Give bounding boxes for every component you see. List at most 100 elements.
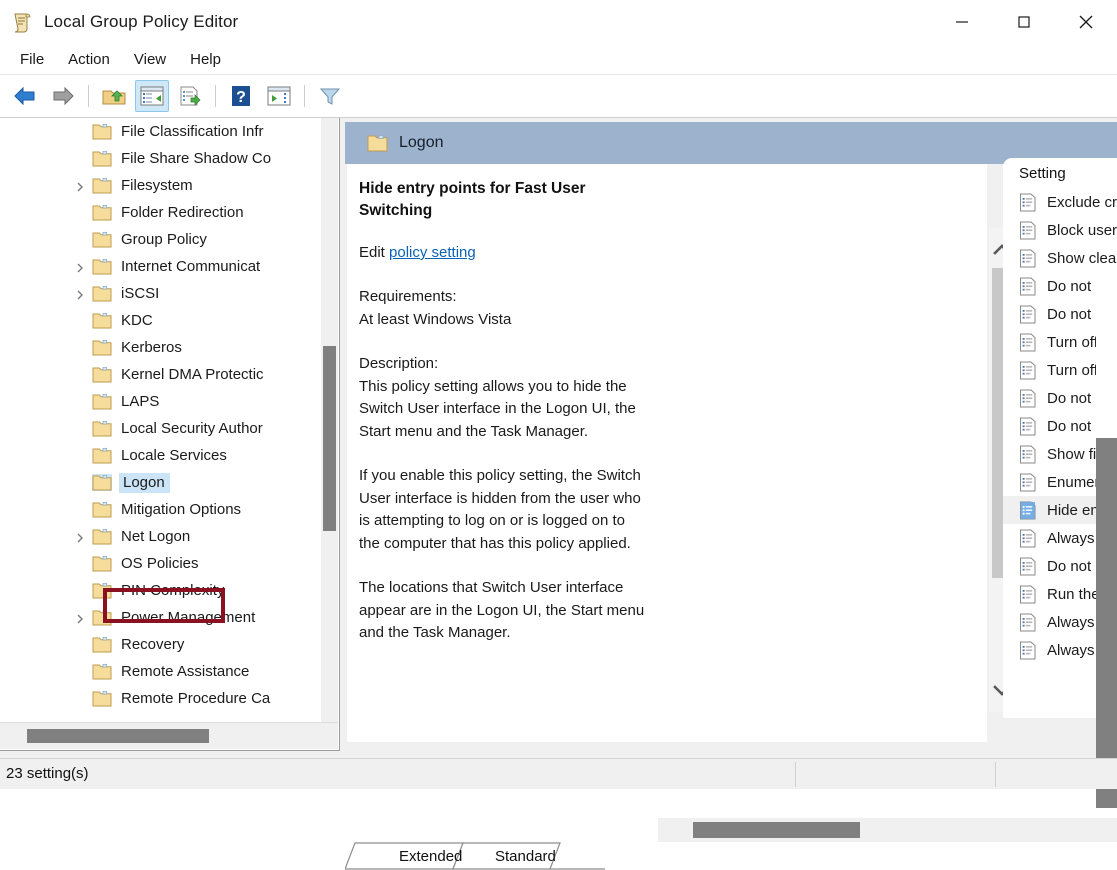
- chevron-right-icon[interactable]: [74, 612, 86, 624]
- settings-row[interactable]: Show clear logon background: [1003, 244, 1117, 272]
- tree-item-local-security-author[interactable]: Local Security Author: [0, 415, 322, 442]
- tree-item-logon[interactable]: Logon: [0, 469, 322, 496]
- policy-setting-icon: [1019, 417, 1037, 436]
- tree-item-kernel-dma-protectic[interactable]: Kernel DMA Protectic: [0, 361, 322, 388]
- menu-bar: File Action View Help: [0, 44, 1117, 75]
- tree-item-label: Filesystem: [121, 177, 193, 194]
- tree-item-label: LAPS: [121, 393, 160, 410]
- chevron-right-icon[interactable]: [74, 531, 86, 543]
- tree-item-net-logon[interactable]: Net Logon: [0, 523, 322, 550]
- requirements-label: Requirements:: [359, 288, 457, 305]
- svg-text:?: ?: [236, 89, 246, 106]
- settings-row-label: Block user from showing account details …: [1047, 221, 1117, 239]
- tree-item-label: Mitigation Options: [121, 501, 242, 518]
- settings-column-header-label: Setting: [1019, 164, 1066, 182]
- settings-vertical-scroll-thumb[interactable]: [1096, 438, 1117, 808]
- requirements-block: Requirements: At least Windows Vista: [359, 286, 647, 331]
- settings-row[interactable]: Block user from showing account details …: [1003, 216, 1117, 244]
- export-list-button[interactable]: [173, 80, 207, 112]
- tree-item-internet-communicat[interactable]: Internet Communicat: [0, 253, 322, 280]
- maximize-button[interactable]: [993, 0, 1055, 44]
- tree-item-label: Local Security Author: [121, 420, 263, 437]
- tree-item-label: Locale Services: [121, 447, 227, 464]
- tree-item-locale-services[interactable]: Locale Services: [0, 442, 322, 469]
- policy-setting-icon: [1019, 557, 1037, 576]
- menu-item-view[interactable]: View: [122, 48, 178, 71]
- tree-item-label: Remote Assistance: [121, 663, 250, 680]
- tree-item-os-policies[interactable]: OS Policies: [0, 550, 322, 577]
- console-tree-pane[interactable]: File Classification Infr File Share Shado…: [0, 118, 340, 751]
- policy-setting-icon: [1019, 361, 1037, 380]
- tree-item-pin-complexity[interactable]: PIN Complexity: [0, 577, 322, 604]
- tree-item-label: File Share Shadow Co: [121, 150, 272, 167]
- tree-item-file-share-shadow-co[interactable]: File Share Shadow Co: [0, 145, 322, 172]
- tab-extended[interactable]: Extended: [393, 842, 468, 870]
- edit-policy-setting-line: Edit policy setting: [359, 242, 647, 264]
- tree-item-label: OS Policies: [121, 555, 199, 572]
- folder-icon: [92, 447, 112, 464]
- show-hide-action-pane-button[interactable]: [262, 80, 296, 112]
- settings-horizontal-scrollbar[interactable]: [658, 818, 1117, 842]
- back-button[interactable]: [8, 80, 42, 112]
- tree-item-filesystem[interactable]: Filesystem: [0, 172, 322, 199]
- folder-icon: [92, 339, 112, 356]
- menu-item-action[interactable]: Action: [56, 48, 122, 71]
- console-tree[interactable]: File Classification Infr File Share Shado…: [0, 118, 322, 712]
- policy-description-pane: Hide entry points for Fast User Switchin…: [347, 164, 987, 742]
- tree-item-file-classification-infr[interactable]: File Classification Infr: [0, 118, 322, 145]
- result-pane-title: Logon: [399, 134, 444, 151]
- filter-button[interactable]: [313, 80, 347, 112]
- description-block: Description: This policy setting allows y…: [359, 353, 647, 443]
- up-one-level-button[interactable]: [97, 80, 131, 112]
- minimize-button[interactable]: [931, 0, 993, 44]
- title-bar: Local Group Policy Editor: [0, 0, 1117, 44]
- tab-standard[interactable]: Standard: [489, 842, 562, 870]
- tree-item-power-management[interactable]: Power Management: [0, 604, 322, 631]
- forward-button[interactable]: [46, 80, 80, 112]
- policy-setting-icon: [1019, 501, 1037, 520]
- tree-item-folder-redirection[interactable]: Folder Redirection: [0, 199, 322, 226]
- folder-icon: [92, 663, 112, 680]
- tree-item-laps[interactable]: LAPS: [0, 388, 322, 415]
- folder-icon: [92, 582, 112, 599]
- chevron-right-icon[interactable]: [74, 288, 86, 300]
- tree-item-remote-assistance[interactable]: Remote Assistance: [0, 658, 322, 685]
- tree-item-remote-procedure-ca[interactable]: Remote Procedure Ca: [0, 685, 322, 712]
- settings-vertical-scrollbar[interactable]: [1096, 280, 1117, 817]
- tree-horizontal-scrollbar[interactable]: [0, 722, 338, 749]
- folder-icon: [92, 177, 112, 194]
- tab-standard-label: Standard: [495, 847, 556, 865]
- settings-horizontal-scroll-thumb[interactable]: [693, 822, 860, 838]
- folder-icon: [92, 285, 112, 302]
- tree-item-mitigation-options[interactable]: Mitigation Options: [0, 496, 322, 523]
- close-button[interactable]: [1055, 0, 1117, 44]
- tree-item-iscsi[interactable]: iSCSI: [0, 280, 322, 307]
- tree-item-label: Kernel DMA Protectic: [121, 366, 264, 383]
- menu-item-file[interactable]: File: [8, 48, 56, 71]
- tree-item-recovery[interactable]: Recovery: [0, 631, 322, 658]
- tree-vertical-scrollbar[interactable]: [321, 118, 338, 722]
- tree-item-kdc[interactable]: KDC: [0, 307, 322, 334]
- tree-horizontal-scroll-thumb[interactable]: [27, 729, 209, 743]
- chevron-right-icon[interactable]: [74, 180, 86, 192]
- result-pane: Logon Hide entry points for Fast User Sw…: [345, 118, 1117, 758]
- window-controls: [931, 0, 1117, 44]
- folder-icon: [367, 134, 388, 152]
- policy-setting-icon: [1019, 445, 1037, 464]
- folder-icon: [92, 609, 112, 626]
- tree-item-kerberos[interactable]: Kerberos: [0, 334, 322, 361]
- folder-icon: [92, 474, 112, 491]
- show-hide-console-tree-button[interactable]: [135, 80, 169, 112]
- policy-setting-icon: [1019, 529, 1037, 548]
- folder-icon: [92, 258, 112, 275]
- help-button[interactable]: ?: [224, 80, 258, 112]
- policy-setting-icon: [1019, 305, 1037, 324]
- tree-vertical-scroll-thumb[interactable]: [323, 346, 336, 531]
- settings-column-header[interactable]: Setting: [1003, 158, 1117, 188]
- menu-item-help[interactable]: Help: [178, 48, 233, 71]
- chevron-right-icon[interactable]: [74, 261, 86, 273]
- policy-setting-link[interactable]: policy setting: [389, 244, 476, 261]
- settings-row[interactable]: Exclude credential providers: [1003, 188, 1117, 216]
- folder-icon: [92, 555, 112, 572]
- tree-item-group-policy[interactable]: Group Policy: [0, 226, 322, 253]
